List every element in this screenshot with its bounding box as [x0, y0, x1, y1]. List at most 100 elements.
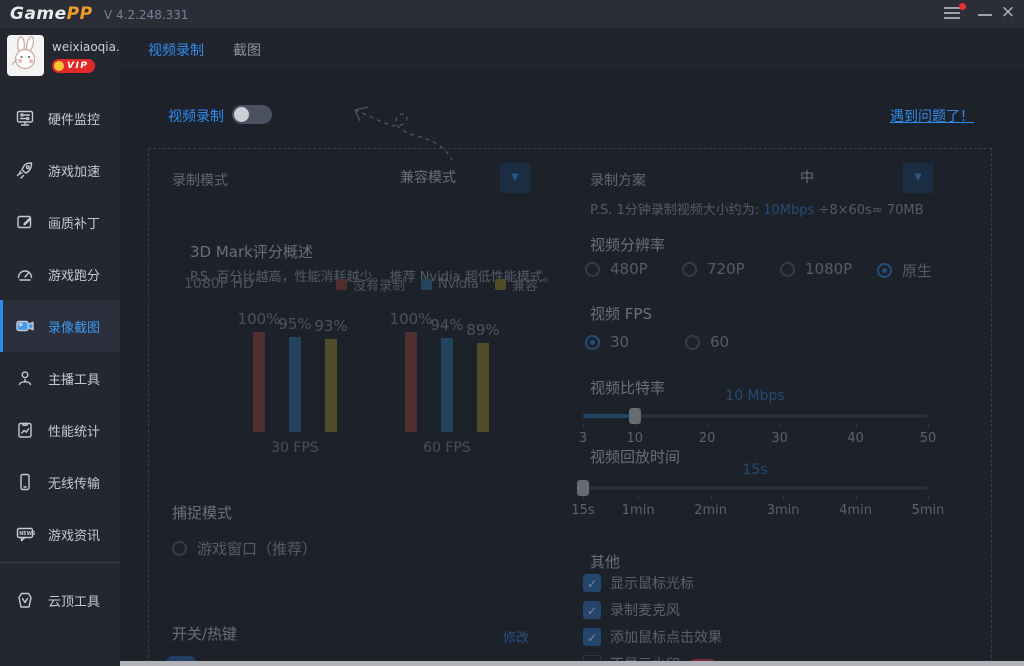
record-scheme-label: 录制方案 [590, 170, 646, 190]
slider-tick-label: 10 [626, 431, 643, 446]
hamburger-menu-icon[interactable] [944, 7, 962, 21]
chart-bar: 94% [441, 310, 453, 432]
slider-handle[interactable] [577, 480, 589, 496]
svg-text:NEWS: NEWS [19, 531, 35, 537]
close-button[interactable]: × [998, 2, 1018, 22]
video-camera-icon [15, 316, 35, 336]
playback-value: 15s [700, 462, 810, 478]
sidebar-item-graphics-patch[interactable]: 画质补丁 [0, 196, 120, 248]
sidebar-item-wireless-transfer[interactable]: 无线传输 [0, 456, 120, 508]
other-label: 其他 [590, 551, 620, 572]
radio-fps-60[interactable]: 60 [685, 333, 729, 351]
slider-tick-label: 3min [767, 503, 800, 518]
vip-badge: VIP [52, 59, 95, 73]
checkbox-icon: ✓ [583, 601, 601, 619]
benchmark-bar-chart: 100% 95% 93% 30 FPS 100% 94% 89% 60 FPS [240, 310, 560, 470]
radio-720p[interactable]: 720P [682, 260, 745, 278]
checkbox-record-mic[interactable]: ✓ 录制麦克风 [583, 600, 680, 620]
tab-screenshot[interactable]: 截图 [233, 40, 261, 60]
sidebar-divider [0, 562, 120, 563]
checkbox-click-effect[interactable]: ✓ 添加鼠标点击效果 [583, 627, 722, 647]
bitrate-label: 视频比特率 [590, 377, 665, 398]
slider-tick-mark [583, 496, 584, 500]
benchmark-gauge-icon [15, 264, 35, 284]
legend-item: Nvidia [421, 277, 479, 292]
slider-track[interactable] [583, 486, 928, 490]
radio-fps-30[interactable]: 30 [585, 333, 629, 351]
resolution-label: 视频分辨率 [590, 234, 665, 255]
slider-tick-label: 50 [920, 431, 937, 446]
sidebar-item-tft-tools[interactable]: 云顶工具 [0, 574, 120, 626]
app-logo: GamePP [10, 4, 93, 24]
chart-category-label: 60 FPS [405, 440, 489, 456]
record-mode-dropdown[interactable]: 兼容模式 ▼ [390, 163, 530, 193]
slider-tick-mark [707, 424, 708, 428]
slider-tick-label: 20 [699, 431, 716, 446]
radio-480p[interactable]: 480P [585, 260, 648, 278]
slider-tick-label: 40 [847, 431, 864, 446]
sidebar-item-benchmark[interactable]: 游戏跑分 [0, 248, 120, 300]
gamepp-window: GamePP V 4.2.248.331 × [0, 0, 1024, 666]
chart-annotation: 1080P HD [184, 276, 254, 292]
legend-item: 兼容 [495, 275, 538, 294]
sidebar-item-performance-stats[interactable]: 性能统计 [0, 404, 120, 456]
main-content: 视频录制 遇到问题了！ 录制模式 兼容模式 ▼ 3D Mark评分概述 P.S.… [120, 70, 1024, 666]
settings-panel: 录制模式 兼容模式 ▼ 3D Mark评分概述 P.S. 百分比越高，性能消耗越… [120, 70, 1024, 666]
slider-tick-label: 5min [912, 503, 945, 518]
slider-handle[interactable] [629, 408, 641, 424]
record-scheme-dropdown[interactable]: 中 ▼ [790, 163, 933, 193]
logo-text-pp: PP [67, 4, 93, 24]
sidebar: weixiaoqia... VIP 硬件监控 游戏加速 [0, 28, 120, 666]
avatar [7, 35, 44, 76]
chart-bar: 95% [289, 310, 301, 432]
record-mode-value: 兼容模式 [400, 163, 456, 193]
bottom-edge-strip [120, 661, 1024, 666]
notification-dot [959, 3, 966, 10]
chart-bar: 100% [253, 310, 265, 432]
user-profile[interactable]: weixiaoqia... VIP [0, 28, 120, 90]
minimize-button[interactable] [978, 14, 992, 16]
slider-tick-label: 1min [622, 503, 655, 518]
sidebar-item-game-boost[interactable]: 游戏加速 [0, 144, 120, 196]
sidebar-item-record-screenshot[interactable]: 录像截图 [0, 300, 120, 352]
slider-tick-label: 4min [839, 503, 872, 518]
dropdown-arrow-icon[interactable]: ▼ [903, 163, 933, 193]
chart-category-label: 30 FPS [253, 440, 337, 456]
playback-slider[interactable]: 15s1min2min3min4min5min [583, 486, 928, 526]
slider-tick-mark [928, 424, 929, 428]
radio-circle [172, 541, 187, 556]
tab-video-record[interactable]: 视频录制 [148, 40, 204, 60]
fps-label: 视频 FPS [590, 303, 652, 324]
slider-tick-mark [856, 496, 857, 500]
slider-tick-label: 3 [579, 431, 587, 446]
radio-game-window[interactable]: 游戏窗口（推荐） [172, 538, 317, 559]
chart-bar: 100% [405, 310, 417, 432]
slider-tick-label: 15s [571, 503, 594, 518]
legend-swatch-red [336, 279, 347, 290]
radio-1080p[interactable]: 1080P [780, 260, 852, 278]
slider-tick-label: 2min [694, 503, 727, 518]
sidebar-item-streamer-tools[interactable]: 主播工具 [0, 352, 120, 404]
checkbox-icon: ✓ [583, 574, 601, 592]
checkbox-icon: ✓ [583, 628, 601, 646]
slider-tick-mark [638, 496, 639, 500]
chart-bar: 89% [477, 310, 489, 432]
hotkey-modify-link[interactable]: 修改 [503, 627, 529, 646]
rocket-icon [15, 160, 35, 180]
sidebar-item-hardware-monitor[interactable]: 硬件监控 [0, 92, 120, 144]
username: weixiaoqia... [52, 40, 127, 54]
hotkey-label: 开关/热键 [172, 623, 237, 644]
version-label: V 4.2.248.331 [104, 8, 189, 22]
playback-label: 视频回放时间 [590, 446, 680, 467]
checkbox-show-cursor[interactable]: ✓ 显示鼠标光标 [583, 573, 694, 593]
hardware-monitor-icon [15, 108, 35, 128]
sidebar-item-game-news[interactable]: NEWS 游戏资讯 [0, 508, 120, 560]
brush-patch-icon [15, 212, 35, 232]
streamer-icon [15, 368, 35, 388]
dropdown-arrow-icon[interactable]: ▼ [500, 163, 530, 193]
sidebar-menu: 硬件监控 游戏加速 画质补丁 [0, 92, 120, 560]
radio-native[interactable]: 原生 [877, 260, 932, 281]
chart-bar: 93% [325, 310, 337, 432]
capture-mode-label: 捕捉模式 [172, 502, 232, 523]
chart-legend: 没有录制 Nvidia 兼容 [336, 275, 538, 294]
